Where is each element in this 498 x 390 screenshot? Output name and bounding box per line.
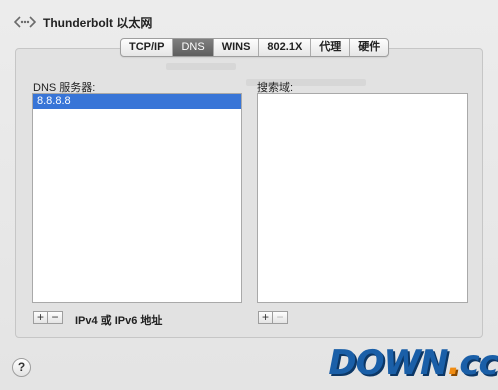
watermark-logo: DOWN. cc	[328, 341, 498, 385]
dns-panel: DNS 服务器: 搜索域: 8.8.8.8 + − IPv4 或 IPv6 地址…	[15, 48, 483, 338]
tab-dns[interactable]: DNS	[173, 39, 214, 56]
network-advanced-sheet: Thunderbolt 以太网 DNS 服务器: 搜索域: 8.8.8.8 + …	[0, 0, 498, 390]
search-domains-list[interactable]	[257, 93, 468, 303]
watermark-main: DOWN	[328, 343, 448, 383]
tab-proxy[interactable]: 代理	[311, 39, 351, 56]
interface-title: Thunderbolt 以太网	[43, 15, 153, 30]
dns-servers-buttons: + −	[33, 311, 63, 324]
dns-address-note: IPv4 或 IPv6 地址	[75, 315, 163, 327]
dns-server-row[interactable]: 8.8.8.8	[33, 94, 241, 109]
tab-hardware[interactable]: 硬件	[350, 39, 388, 56]
tab-tcpip[interactable]: TCP/IP	[121, 39, 174, 56]
tab-wins[interactable]: WINS	[214, 39, 260, 56]
watermark-dot: .	[447, 343, 460, 383]
add-dns-server-button[interactable]: +	[33, 311, 48, 324]
help-button[interactable]: ?	[12, 358, 31, 377]
search-domains-buttons: + −	[258, 311, 288, 324]
dns-servers-list[interactable]: 8.8.8.8	[32, 93, 242, 303]
add-search-domain-button[interactable]: +	[258, 311, 273, 324]
network-arrows-icon	[14, 16, 36, 28]
remove-search-domain-button[interactable]: −	[273, 311, 288, 324]
watermark-tld: cc	[459, 343, 498, 383]
remove-dns-server-button[interactable]: −	[48, 311, 63, 324]
tab-8021x[interactable]: 802.1X	[259, 39, 312, 56]
sheet-header: Thunderbolt 以太网	[14, 12, 152, 32]
tab-bar: TCP/IP DNS WINS 802.1X 代理 硬件	[120, 38, 390, 57]
